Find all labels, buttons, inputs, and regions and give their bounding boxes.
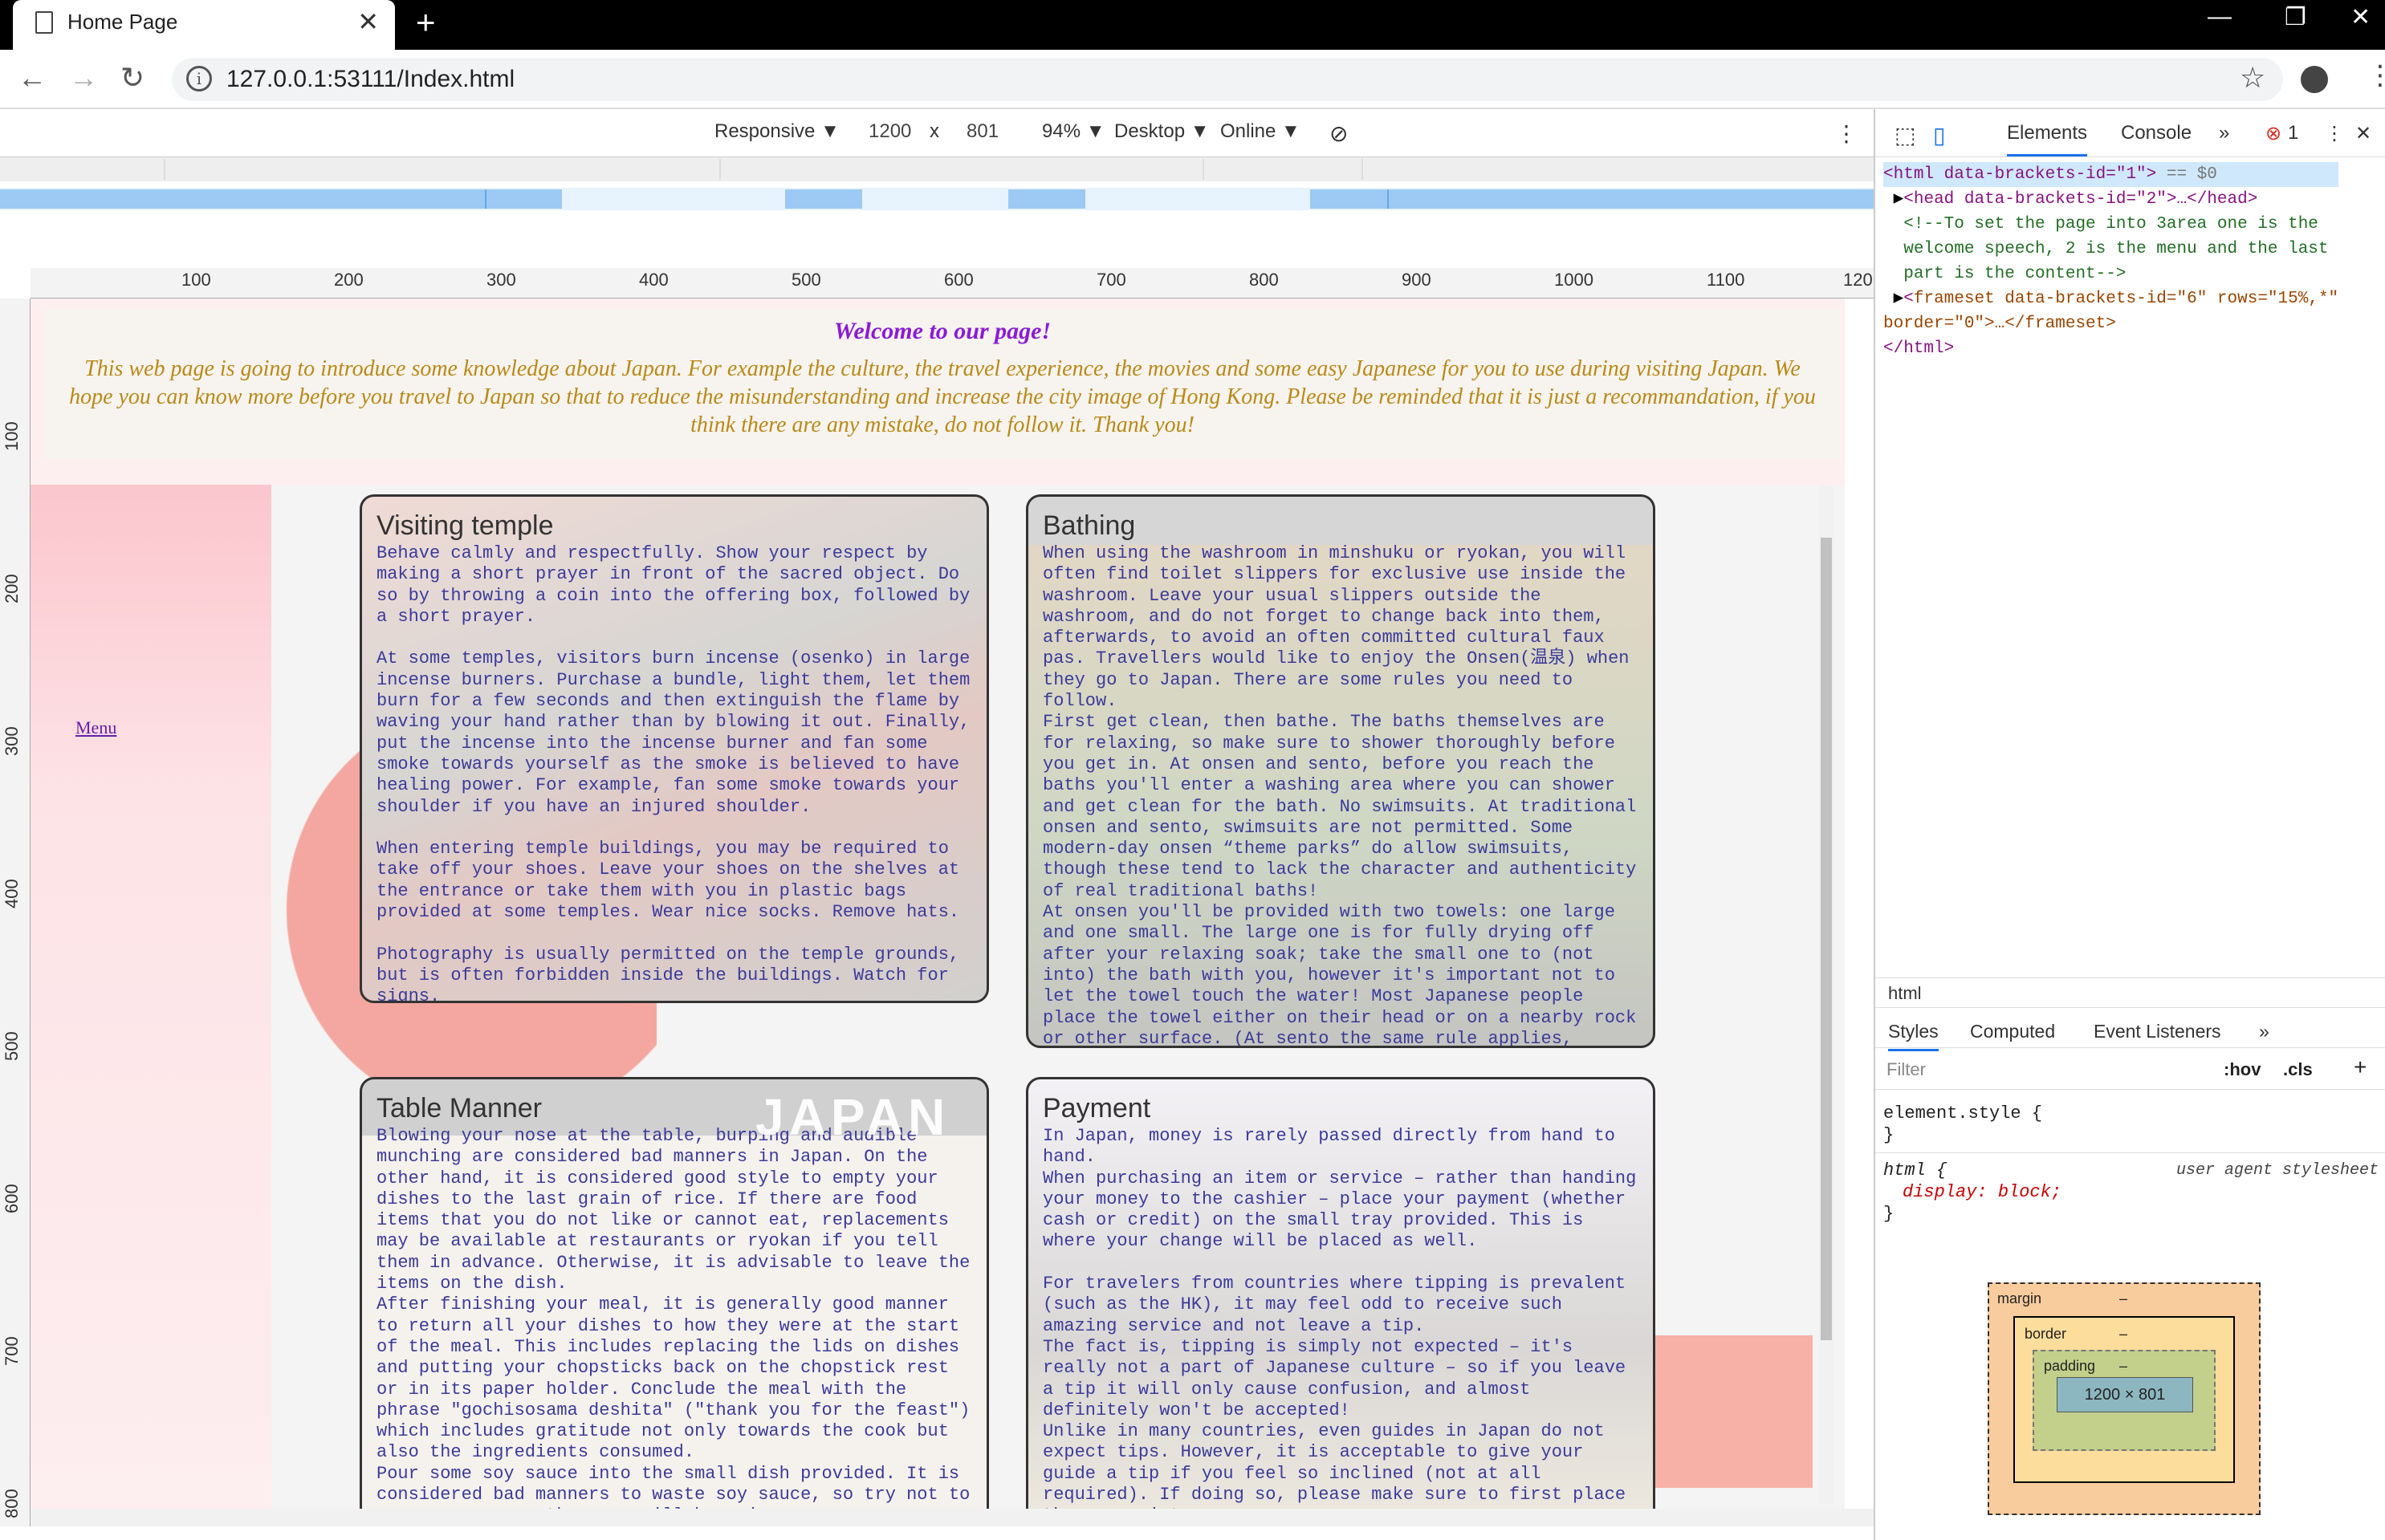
close-window-icon[interactable]: ✕ [2350, 3, 2371, 31]
filter-input[interactable]: Filter [1886, 1059, 1926, 1080]
devtools-close-icon[interactable]: ✕ [2355, 122, 2371, 145]
styles-subtabs: Styles Computed Event Listeners » [1875, 1013, 2385, 1051]
device-options-icon[interactable]: ⋮ [1835, 120, 1858, 147]
error-count[interactable]: 1 [2288, 122, 2298, 144]
tab-console[interactable]: Console [2121, 122, 2192, 144]
devtools-panel: ⬚ ▯ Elements Console » ⊗ 1 ⋮ ✕ <html dat… [1874, 109, 2385, 1540]
browser-toolbar: ← → ↻ i 127.0.0.1:53111/Index.html ☆ ⋮ [0, 50, 2385, 109]
menu-kebab-icon[interactable]: ⋮ [2367, 59, 2385, 91]
resize-handle-bar[interactable] [31, 1509, 1874, 1526]
back-icon[interactable]: ← [18, 61, 47, 95]
card-text: When using the washroom in minshuku or r… [1043, 543, 1637, 1048]
device-toggle-icon[interactable]: ▯ [1933, 122, 1945, 148]
close-tab-icon[interactable]: ✕ [357, 6, 379, 37]
card-title: Payment [1043, 1093, 1151, 1124]
content-scrollbar[interactable] [1819, 486, 1834, 1504]
card-text: Blowing your nose at the table, burping … [376, 1126, 971, 1509]
tab-event-listeners[interactable]: Event Listeners [2094, 1021, 2221, 1042]
breadcrumb: html [1875, 977, 2385, 1008]
styles-filter-bar: Filter :hov .cls + [1875, 1050, 2385, 1090]
menu-frame: Menu [31, 485, 271, 1509]
vertical-ruler: 100 200 300 400 500 600 700 800 [0, 299, 31, 1526]
media-query-ranges[interactable] [0, 188, 1874, 210]
dom-node-frameset[interactable]: ▶<frameset data-brackets-id="6" rows="15… [1883, 286, 2339, 311]
scrollbar-thumb[interactable] [1821, 538, 1832, 1340]
height-input[interactable]: 801 [967, 120, 999, 143]
error-icon: ⊗ [2265, 123, 2282, 144]
page-icon [35, 11, 53, 34]
horizontal-ruler: 100 200 300 400 500 600 700 800 900 1000… [31, 268, 1874, 299]
mode-select[interactable]: Desktop ▼ [1114, 120, 1209, 143]
width-input[interactable]: 1200 [869, 120, 912, 143]
browser-tab-strip: Home Page ✕ + — ❐ ✕ [0, 0, 2385, 50]
emulated-viewport: Welcome to our page! This web page is go… [31, 299, 1845, 1509]
reload-icon[interactable]: ↻ [120, 61, 144, 95]
more-tabs-icon[interactable]: » [2219, 122, 2229, 144]
devtools-tabs: ⬚ ▯ Elements Console » ⊗ 1 ⋮ ✕ [1875, 109, 2385, 157]
devtools-menu-icon[interactable]: ⋮ [2325, 122, 2344, 145]
style-rules: element.style {} html { user agent style… [1875, 1096, 2385, 1231]
restore-icon[interactable]: ❐ [2285, 3, 2306, 31]
card-title: Bathing [1043, 510, 1136, 541]
tab-title: Home Page [67, 10, 178, 34]
content-frame: Visiting temple Behave calmly and respec… [271, 485, 1845, 1509]
rotate-icon[interactable]: ⊘ [1329, 120, 1348, 147]
tab-computed[interactable]: Computed [1970, 1021, 2055, 1042]
box-model-padding: padding – 1200 × 801 [2033, 1350, 2216, 1451]
device-toolbar: Responsive ▼ 1200 x 801 94% ▼ Desktop ▼ … [0, 109, 1874, 157]
box-model-border: border – padding – 1200 × 801 [2013, 1316, 2235, 1483]
rule-source: user agent stylesheet [2175, 1161, 2379, 1180]
html-rule[interactable]: html { user agent stylesheet display: bl… [1875, 1153, 2385, 1231]
box-model-diagram: margin – border – padding – 1200 × 801 [1988, 1282, 2261, 1515]
tab-elements[interactable]: Elements [2007, 122, 2088, 156]
japan-banner-text: JAPAN [755, 1088, 950, 1146]
cls-button[interactable]: .cls [2283, 1059, 2313, 1080]
card-payment: Payment In Japan, money is rarely passed… [1026, 1077, 1655, 1509]
card-text: In Japan, money is rarely passed directl… [1043, 1126, 1637, 1509]
dimension-x: x [930, 120, 939, 142]
inspect-icon[interactable]: ⬚ [1895, 122, 1915, 148]
dom-comment[interactable]: <!--To set the page into 3area one is th… [1883, 212, 2338, 237]
welcome-text: This web page is going to introduce some… [69, 356, 1816, 437]
card-bathing: Bathing When using the washroom in minsh… [1026, 494, 1655, 1048]
account-icon[interactable] [2301, 66, 2328, 93]
media-query-bar[interactable] [0, 157, 1874, 181]
zoom-select[interactable]: 94% ▼ [1042, 120, 1105, 143]
network-select[interactable]: Online ▼ [1220, 120, 1300, 143]
minimize-icon[interactable]: — [2208, 3, 2232, 30]
card-visiting-temple: Visiting temple Behave calmly and respec… [360, 494, 989, 1003]
welcome-title: Welcome to our page! [833, 318, 1052, 344]
box-model-content[interactable]: 1200 × 801 [2057, 1377, 2193, 1412]
new-tab-button[interactable]: + [416, 3, 436, 42]
dom-node-head[interactable]: ▶<head data-brackets-id="2">…</head> [1883, 187, 2338, 212]
welcome-frame: Welcome to our page! This web page is go… [45, 310, 1840, 459]
menu-link[interactable]: Menu [75, 717, 116, 738]
dom-node-html[interactable]: <html data-brackets-id="1"> == $0 [1883, 162, 2339, 187]
browser-tab[interactable]: Home Page ✕ [13, 0, 395, 50]
card-title: Visiting temple [376, 510, 554, 541]
tab-styles[interactable]: Styles [1888, 1021, 1939, 1051]
forward-icon[interactable]: → [69, 61, 98, 95]
info-icon[interactable]: i [186, 66, 212, 91]
card-table-manner: JAPAN Table Manner Blowing your nose at … [360, 1077, 989, 1509]
more-subtabs-icon[interactable]: » [2259, 1021, 2269, 1042]
bookmark-star-icon[interactable]: ☆ [2240, 61, 2265, 95]
url-text: 127.0.0.1:53111/Index.html [226, 66, 515, 92]
address-bar[interactable]: i 127.0.0.1:53111/Index.html [172, 58, 2283, 101]
dom-tree: <html data-brackets-id="1"> == $0 ▶<head… [1883, 162, 2339, 361]
add-rule-icon[interactable]: + [2354, 1054, 2367, 1080]
hov-button[interactable]: :hov [2224, 1059, 2261, 1080]
device-select[interactable]: Responsive ▼ [714, 120, 840, 143]
element-style-rule[interactable]: element.style {} [1875, 1096, 2385, 1153]
card-text: Behave calmly and respectfully. Show you… [376, 543, 971, 1003]
